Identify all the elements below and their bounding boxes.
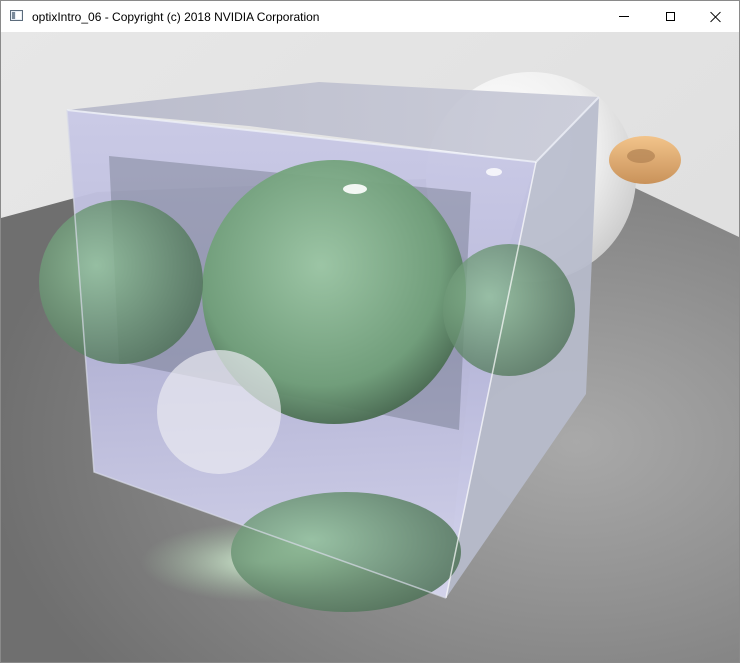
app-window: optixIntro_06 - Copyright (c) 2018 NVIDI… bbox=[0, 0, 740, 663]
window-title: optixIntro_06 - Copyright (c) 2018 NVIDI… bbox=[32, 10, 320, 24]
rendered-scene bbox=[1, 32, 739, 662]
app-window-icon[interactable] bbox=[10, 10, 23, 21]
title-bar[interactable]: optixIntro_06 - Copyright (c) 2018 NVIDI… bbox=[1, 1, 739, 32]
maximize-button[interactable] bbox=[647, 1, 693, 32]
right-glass-sphere bbox=[443, 244, 575, 376]
close-button[interactable] bbox=[693, 1, 739, 32]
maximize-icon bbox=[665, 12, 675, 21]
minimize-button[interactable] bbox=[601, 1, 647, 32]
render-viewport[interactable] bbox=[1, 32, 739, 662]
bottom-glass-sphere bbox=[231, 492, 461, 612]
torus-hole bbox=[627, 149, 655, 163]
white-sphere-reflection bbox=[157, 350, 281, 474]
sphere-highlight-small bbox=[486, 168, 502, 176]
minimize-icon bbox=[619, 16, 629, 17]
sphere-highlight bbox=[343, 184, 367, 194]
close-icon bbox=[710, 11, 722, 23]
left-glass-sphere bbox=[39, 200, 203, 364]
